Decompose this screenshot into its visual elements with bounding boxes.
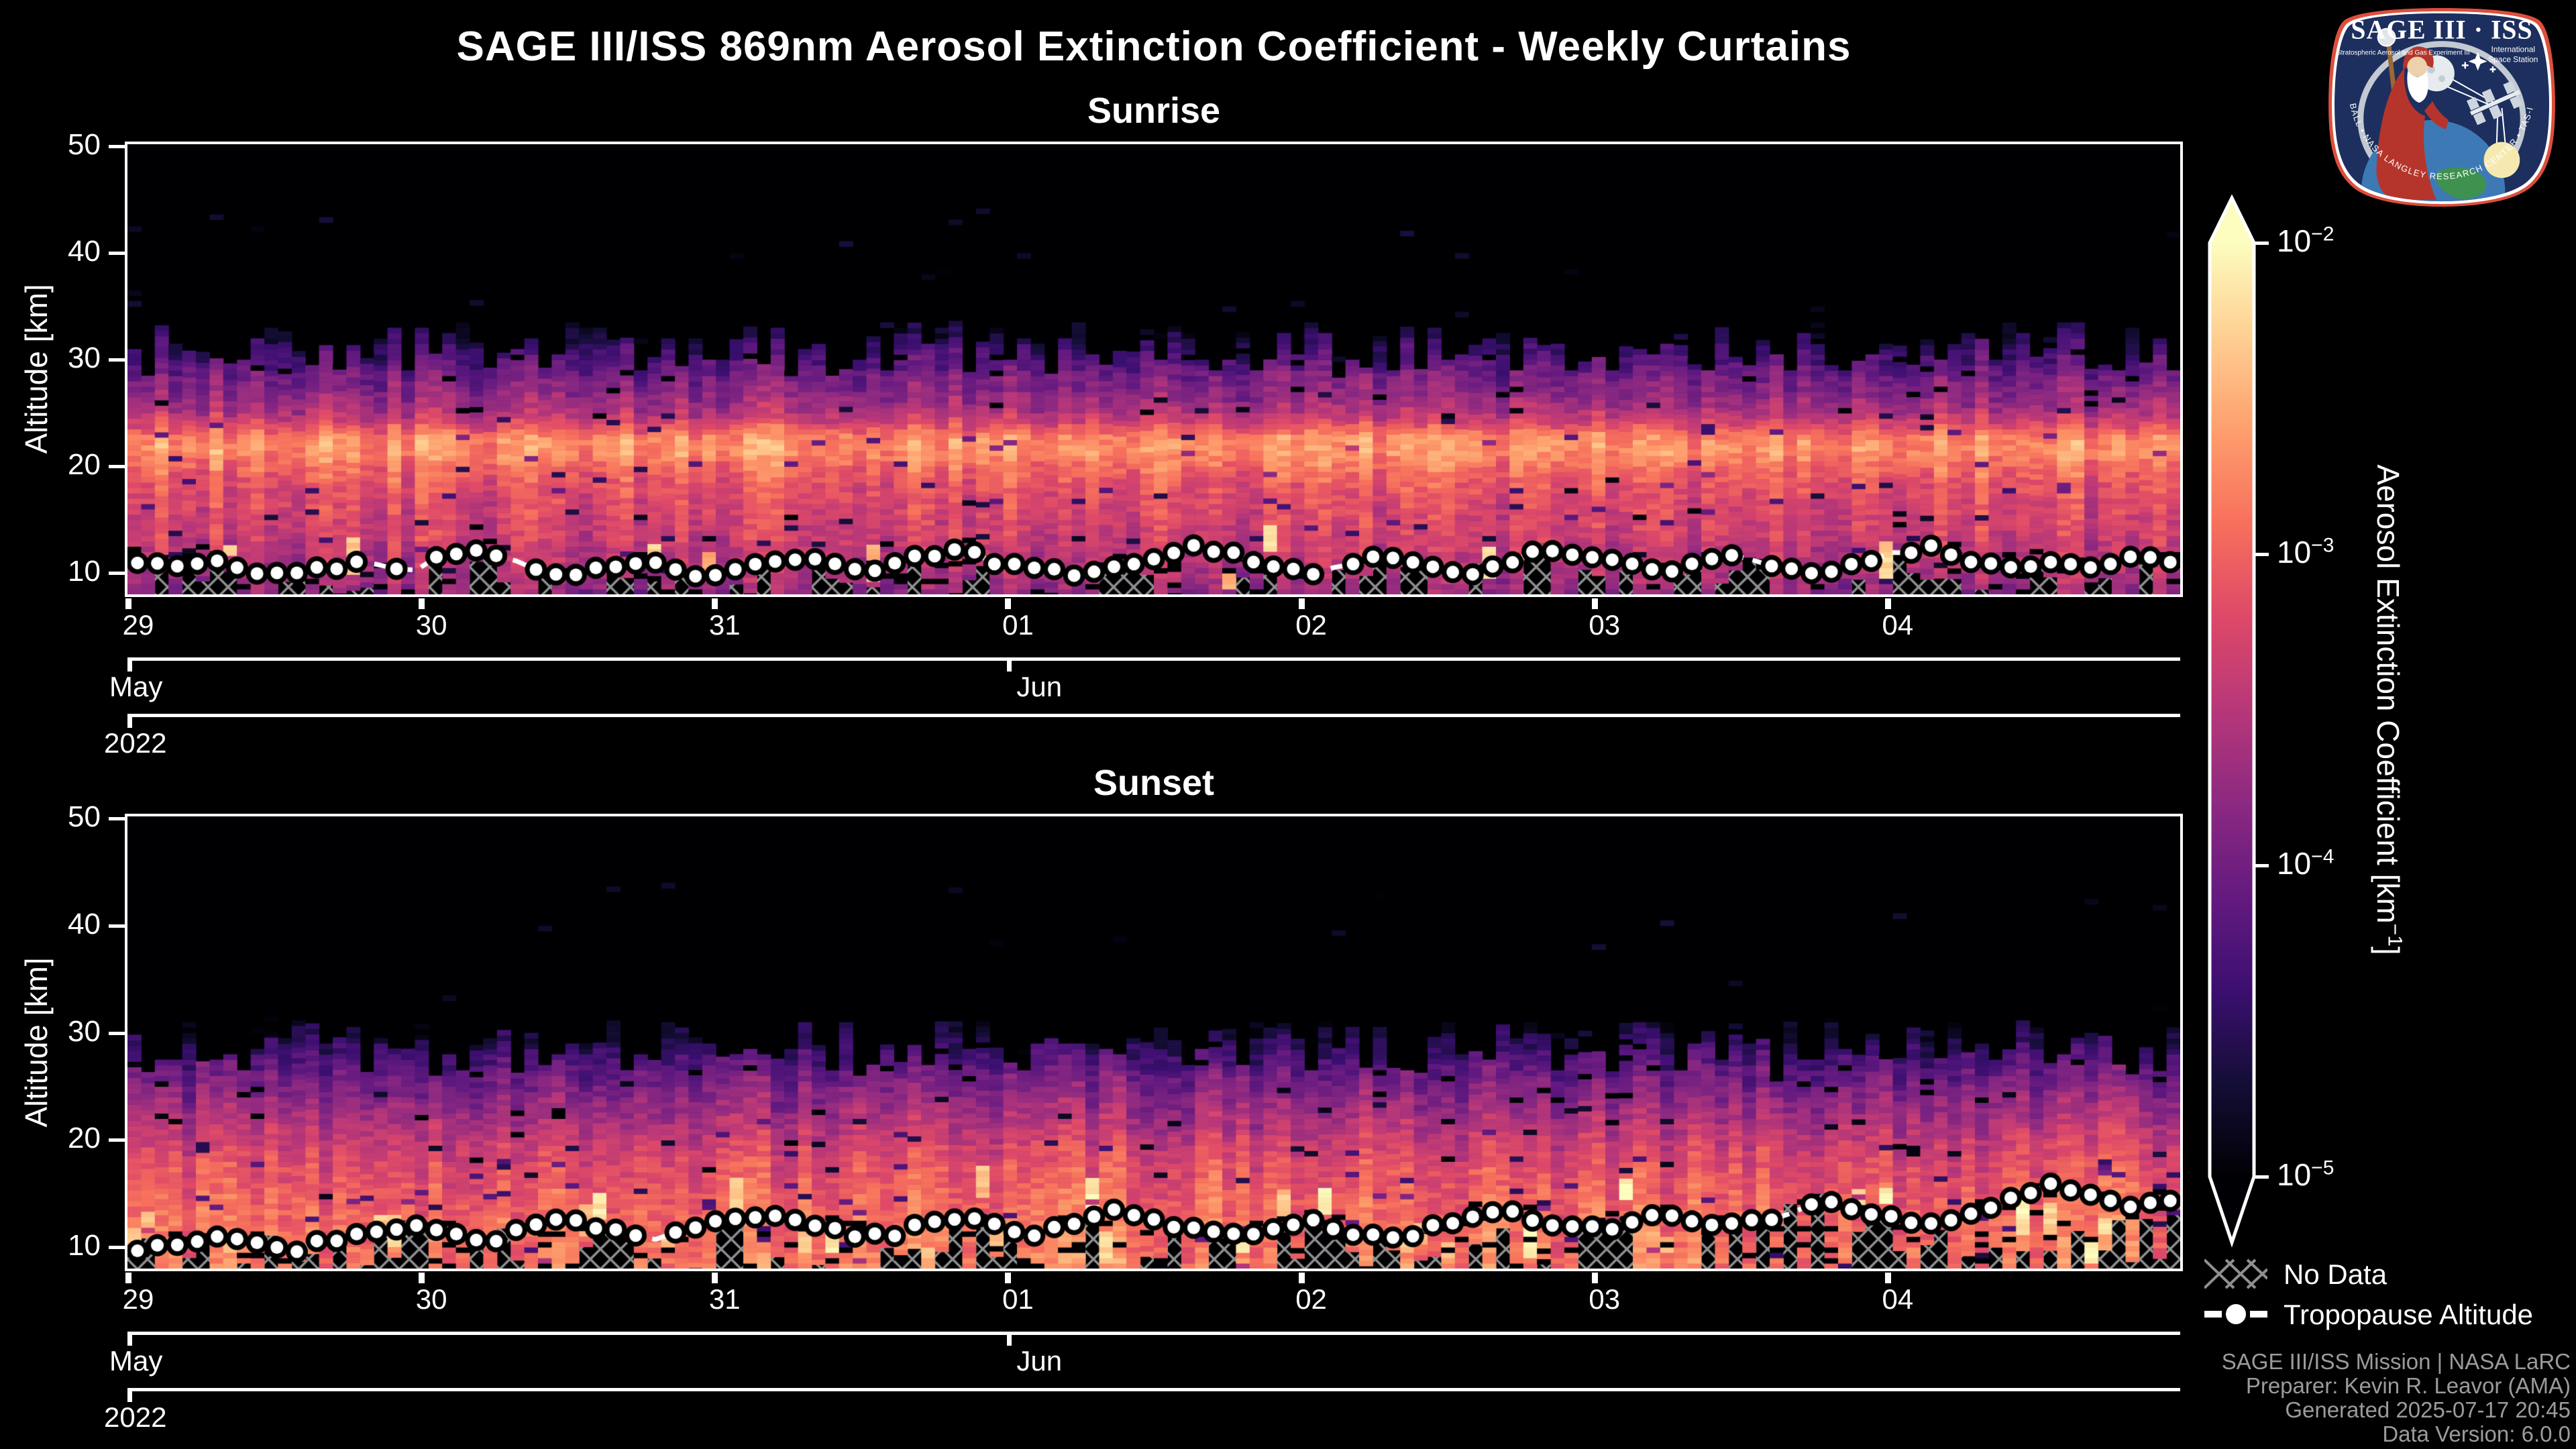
year-label: 2022	[104, 1401, 167, 1433]
y-tick	[109, 817, 126, 821]
colorbar-tick-label: 10−3	[2277, 534, 2334, 570]
colorbar-axis-label: Aerosol Extinction Coefficient [km−1]	[2370, 464, 2406, 955]
y-tick	[109, 1138, 126, 1142]
x-day-label: 02	[1295, 1283, 1327, 1315]
year-label: 2022	[104, 727, 167, 759]
x-day-label: 31	[708, 609, 741, 641]
colorbar-tick-label: 10−4	[2277, 845, 2334, 881]
y-tick-label: 10	[68, 555, 101, 588]
y-tick	[109, 1246, 126, 1250]
attribution-line: Generated 2025-07-17 20:45	[2285, 1397, 2571, 1422]
y-tick	[109, 465, 126, 469]
legend-no-data-label: No Data	[2284, 1258, 2387, 1290]
colorbar-tick-label: 10−5	[2277, 1157, 2334, 1192]
month-label-right: Jun	[1016, 671, 1063, 702]
logo-subtitle-right: Space Station	[2488, 54, 2538, 64]
no-data-hatch-swatch	[2204, 1256, 2267, 1292]
y-tick-label: 20	[68, 448, 101, 482]
x-day-label: 04	[1882, 609, 1914, 641]
month-axis-line	[127, 1332, 2180, 1335]
colorbar-tick	[2254, 864, 2269, 867]
x-day-label: 29	[122, 1283, 154, 1315]
colorbar-arrow-shape	[2208, 194, 2256, 1248]
y-tick-label: 30	[68, 341, 101, 375]
colorbar-label-pre: Aerosol Extinction Coefficient [km	[2371, 464, 2406, 924]
month-tick	[127, 661, 132, 672]
panel-title-sunset: Sunset	[1093, 763, 1215, 803]
logo-moon-crater	[2438, 75, 2445, 83]
y-tick	[109, 572, 126, 576]
y-tick	[109, 145, 126, 149]
y-tick	[109, 1031, 126, 1035]
y-tick-label: 50	[68, 128, 101, 162]
logo-title: SAGE III · ISS	[2351, 15, 2532, 45]
x-day-tick	[125, 598, 131, 609]
colorbar-label-sup: −1	[2383, 923, 2406, 947]
x-day-label: 02	[1295, 609, 1327, 641]
x-day-tick	[1591, 598, 1598, 609]
month-tick	[1007, 661, 1012, 672]
x-day-label: 31	[708, 1283, 741, 1315]
x-day-tick	[1591, 1273, 1598, 1283]
x-day-tick	[419, 598, 425, 609]
attribution-line: Data Version: 6.0.0	[2382, 1421, 2571, 1446]
x-day-tick	[1005, 598, 1012, 609]
x-day-label: 01	[1002, 609, 1034, 641]
x-day-label: 29	[122, 609, 154, 641]
sage-iii-iss-logo: SAGE III · ISS Stratospheric Aerosol and…	[2322, 4, 2555, 207]
month-axis-line	[127, 657, 2180, 661]
figure-root: SAGE III/ISS 869nm Aerosol Extinction Co…	[0, 0, 2576, 1449]
x-day-tick	[712, 1273, 718, 1283]
y-tick-label: 30	[68, 1014, 101, 1048]
y-tick-label: 20	[68, 1122, 101, 1155]
y-tick	[109, 358, 126, 362]
month-label-left: May	[109, 671, 163, 702]
panel-title-sunrise: Sunrise	[1087, 91, 1221, 131]
y-tick	[109, 252, 126, 256]
colorbar-tick	[2254, 241, 2269, 245]
x-day-tick	[419, 1273, 425, 1283]
sunrise-heatmap-canvas	[127, 144, 2180, 594]
year-tick	[127, 1391, 132, 1402]
year-tick	[127, 717, 132, 728]
colorbar	[2208, 194, 2256, 1248]
y-tick-label: 10	[68, 1229, 101, 1263]
tropopause-marker-swatch	[2204, 1304, 2267, 1324]
colorbar-tick-label: 10−2	[2277, 223, 2334, 258]
x-day-tick	[1884, 1273, 1891, 1283]
x-day-label: 03	[1589, 1283, 1621, 1315]
x-day-tick	[125, 1273, 131, 1283]
x-day-label: 30	[415, 1283, 447, 1315]
x-day-tick	[712, 598, 718, 609]
x-day-label: 01	[1002, 1283, 1034, 1315]
month-label-left: May	[109, 1345, 163, 1377]
page-title: SAGE III/ISS 869nm Aerosol Extinction Co…	[456, 23, 1851, 70]
logo-subtitle-left: Stratospheric Aerosol and Gas Experiment…	[2337, 50, 2470, 57]
x-day-label: 04	[1882, 1283, 1914, 1315]
x-day-label: 03	[1589, 609, 1621, 641]
sunset-heatmap-canvas	[127, 816, 2180, 1269]
y-tick	[109, 924, 126, 928]
y-tick-label: 40	[68, 907, 101, 941]
colorbar-label-post: ]	[2371, 946, 2406, 955]
x-day-label: 30	[415, 609, 447, 641]
month-label-right: Jun	[1016, 1345, 1063, 1377]
colorbar-tick	[2254, 553, 2269, 556]
attribution-block: SAGE III/ISS Mission | NASA LaRC Prepare…	[2222, 1350, 2571, 1446]
year-axis-line	[127, 1388, 2180, 1391]
x-day-tick	[1005, 1273, 1012, 1283]
y-tick-label: 40	[68, 235, 101, 268]
x-day-tick	[1298, 598, 1305, 609]
x-day-tick	[1884, 598, 1891, 609]
attribution-line: Preparer: Kevin R. Leavor (AMA)	[2245, 1373, 2571, 1398]
legend-tropopause-label: Tropopause Altitude	[2284, 1299, 2534, 1330]
year-axis-line	[127, 714, 2180, 717]
logo-subtitle-right: International	[2491, 45, 2536, 54]
colorbar-tick	[2254, 1175, 2269, 1179]
attribution-line: SAGE III/ISS Mission | NASA LaRC	[2221, 1349, 2571, 1374]
month-tick	[1007, 1335, 1012, 1346]
y-tick-label: 50	[68, 800, 101, 834]
month-tick	[127, 1335, 132, 1346]
x-day-tick	[1298, 1273, 1305, 1283]
